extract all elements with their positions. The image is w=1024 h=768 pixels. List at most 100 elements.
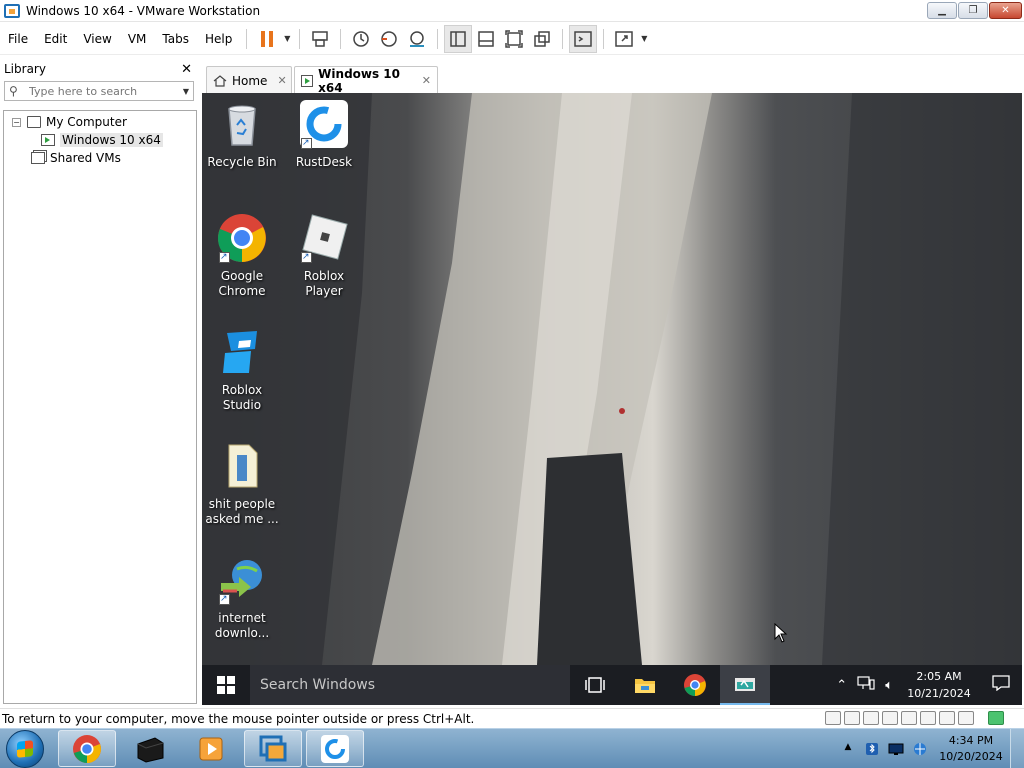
network-icon[interactable] — [852, 676, 880, 694]
cd-dvd-icon[interactable] — [844, 711, 860, 725]
volume-icon[interactable]: 🔈︎ — [880, 678, 898, 693]
task-view-button[interactable] — [570, 665, 620, 705]
host-media-player-button[interactable] — [182, 730, 240, 767]
windows-logo-icon — [217, 676, 235, 694]
host-terminal-button[interactable] — [121, 730, 179, 767]
desktop-icon-internet-download-manager[interactable]: internet downlo... — [202, 555, 282, 641]
revert-snapshot-button[interactable] — [375, 25, 403, 53]
desktop-icon-label: shit people asked me ... — [205, 497, 279, 526]
menu-vm[interactable]: VM — [120, 23, 155, 55]
notification-icon — [992, 675, 1010, 692]
tree-item-shared-vms[interactable]: Shared VMs — [4, 149, 196, 167]
stretch-dropdown-caret[interactable]: ▼ — [638, 25, 650, 53]
menu-view[interactable]: View — [75, 23, 119, 55]
guest-display[interactable]: Recycle Bin RustDesk Google Chrome Roblo… — [202, 93, 1022, 705]
snapshot-icon — [353, 30, 370, 47]
guest-clock[interactable]: 2:05 AM 10/21/2024 — [904, 668, 974, 702]
stretch-guest-button[interactable] — [610, 25, 638, 53]
monitor-icon[interactable] — [888, 742, 904, 756]
show-hidden-icons-arrow[interactable]: ▲ — [840, 742, 856, 756]
roblox-player-icon — [299, 213, 349, 265]
vmware-icon — [259, 735, 287, 761]
close-button[interactable]: ✕ — [989, 2, 1022, 19]
hard-disk-icon[interactable] — [825, 711, 841, 725]
tree-item-label: My Computer — [46, 115, 127, 129]
home-icon — [213, 74, 227, 87]
tab-close-icon[interactable]: ✕ — [277, 74, 286, 87]
power-dropdown-caret[interactable]: ▼ — [281, 25, 293, 53]
pause-button[interactable] — [253, 25, 281, 53]
host-start-button[interactable] — [6, 730, 44, 768]
desktop-icon-roblox-studio[interactable]: Roblox Studio — [202, 327, 282, 413]
network-adapter-icon[interactable] — [882, 711, 898, 725]
tab-close-icon[interactable]: ✕ — [422, 74, 431, 87]
host-vmware-button[interactable] — [244, 730, 302, 767]
collapse-icon[interactable]: − — [12, 117, 21, 127]
thumbnail-bar-icon — [478, 30, 495, 47]
tree-item-windows-10-x64[interactable]: Windows 10 x64 — [4, 131, 196, 149]
floppy-icon[interactable] — [863, 711, 879, 725]
vm-running-icon — [41, 134, 55, 146]
tab-windows-10-x64[interactable]: Windows 10 x64 ✕ — [294, 66, 438, 95]
display-icon[interactable] — [958, 711, 974, 725]
library-search-box[interactable]: ⚲ ▼ — [4, 81, 194, 101]
host-rustdesk-button[interactable] — [306, 730, 364, 767]
guest-system-tray: ⌃ 🔈︎ 2:05 AM 10/21/2024 — [831, 665, 1022, 705]
printer-icon[interactable] — [939, 711, 955, 725]
desktop-icon-text-file[interactable]: shit people asked me ... — [202, 441, 282, 527]
unity-button[interactable] — [528, 25, 556, 53]
full-screen-button[interactable] — [500, 25, 528, 53]
chrome-icon — [684, 674, 706, 696]
console-view-button[interactable] — [569, 24, 598, 53]
show-hidden-icons-chevron[interactable]: ⌃ — [831, 678, 852, 693]
sound-card-icon[interactable] — [920, 711, 936, 725]
guest-file-explorer-button[interactable] — [620, 665, 670, 705]
menu-help[interactable]: Help — [197, 23, 240, 55]
status-message: To return to your computer, move the mou… — [2, 711, 475, 726]
shortcut-arrow-icon — [219, 592, 230, 607]
window-title: Windows 10 x64 - VMware Workstation — [26, 3, 261, 18]
library-title: Library — [4, 62, 46, 76]
desktop-icon-google-chrome[interactable]: Google Chrome — [202, 213, 282, 299]
shortcut-arrow-icon — [301, 136, 312, 151]
status-bar: To return to your computer, move the mou… — [0, 708, 1024, 728]
take-snapshot-button[interactable] — [347, 25, 375, 53]
shortcut-arrow-icon — [219, 250, 230, 265]
usb-controller-icon[interactable] — [901, 711, 917, 725]
menu-edit[interactable]: Edit — [36, 23, 75, 55]
desktop-icon-label: Roblox Studio — [221, 383, 263, 412]
window-controls: ▁ ❐ ✕ — [927, 2, 1022, 19]
desktop-icon-recycle-bin[interactable]: Recycle Bin — [202, 99, 282, 170]
guest-taskbar: Search Windows ⌃ 🔈︎ 2:05 AM 10/21/2024 — [202, 665, 1022, 705]
tab-home[interactable]: Home ✕ — [206, 66, 292, 94]
minimize-button[interactable]: ▁ — [927, 2, 957, 19]
restore-button[interactable]: ❐ — [958, 2, 988, 19]
guest-active-app-button[interactable] — [720, 665, 770, 705]
desktop-icon-rustdesk[interactable]: RustDesk — [284, 99, 364, 170]
tree-item-my-computer[interactable]: − My Computer — [4, 113, 196, 131]
menu-tabs[interactable]: Tabs — [154, 23, 197, 55]
library-search-input[interactable] — [29, 84, 183, 98]
host-clock[interactable]: 4:34 PM 10/20/2024 — [932, 733, 1010, 765]
show-desktop-button[interactable] — [1010, 729, 1024, 768]
menu-file[interactable]: File — [0, 23, 36, 55]
desktop-icon-roblox-player[interactable]: Roblox Player — [284, 213, 364, 299]
network-icon[interactable] — [912, 742, 928, 756]
bluetooth-icon[interactable] — [864, 742, 880, 756]
notification-center-button[interactable] — [980, 675, 1022, 695]
chrome-icon — [73, 734, 101, 763]
send-ctrl-alt-del-button[interactable] — [306, 25, 334, 53]
guest-chrome-button[interactable] — [670, 665, 720, 705]
host-chrome-button[interactable] — [58, 730, 116, 767]
show-library-button[interactable] — [444, 24, 473, 53]
guest-start-button[interactable] — [202, 665, 250, 705]
tree-item-label: Shared VMs — [50, 151, 121, 165]
message-log-icon[interactable] — [988, 711, 1004, 725]
library-close-button[interactable]: ✕ — [181, 62, 192, 77]
snapshot-manager-button[interactable] — [403, 25, 431, 53]
download-manager-icon — [217, 555, 267, 607]
chevron-down-icon[interactable]: ▼ — [183, 87, 189, 96]
guest-search-box[interactable]: Search Windows — [250, 665, 570, 705]
show-thumbnail-bar-button[interactable] — [472, 25, 500, 53]
full-screen-icon — [505, 29, 524, 48]
